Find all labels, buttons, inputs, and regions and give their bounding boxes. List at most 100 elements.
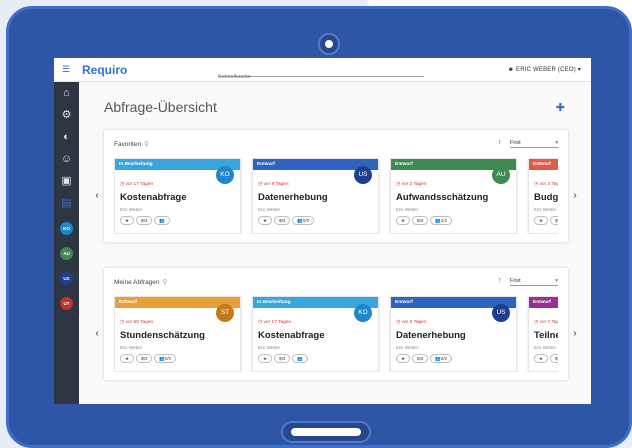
my-queries-panel: Meine Abfragen ⚲ ↑ Frist ▾ ‹ › Entwurf ST ◷ … [95, 268, 577, 380]
settings-gear-icon[interactable]: ⚙ [59, 108, 74, 123]
card-owner: Eric Weber [120, 345, 143, 350]
card-chips: ★⊞3 [534, 354, 558, 372]
card-owner: Eric Weber [534, 207, 557, 212]
card-chip[interactable]: ⊞3 [550, 354, 558, 363]
card-title: Kostenabfrage [258, 330, 325, 341]
card-due-date: ◷ vor 55 Tagen [120, 320, 154, 325]
sidebar-avatar-ko[interactable]: KO [60, 222, 73, 235]
sidebar-avatar-us[interactable]: US [60, 272, 73, 285]
favorites-panel: Favoriten ⚲ ↑ Frist ▾ ‹ › In Bearbeitung KO… [95, 130, 577, 242]
camera-icon [318, 33, 340, 55]
query-card[interactable]: Entwurf ST ◷ vor 55 Tagen Stundenschätzung E… [114, 296, 241, 372]
card-chips: ★ ⊞3 👥 [258, 354, 310, 372]
sort-arrow-icon[interactable]: ↑ [498, 277, 502, 284]
avatar: US [492, 304, 510, 322]
avatar: KO [216, 166, 234, 184]
query-card[interactable]: In Bearbeitung KO ◷ vor 17 Tagen Kostenabfr… [114, 158, 241, 234]
search-icon[interactable]: ⚲ [144, 141, 149, 148]
card-chip[interactable]: 👥0/0 [430, 354, 453, 363]
card-chip[interactable]: ⊞3 [550, 216, 558, 225]
app-screen: ☰ Requiro ☻ ERIC WEBER (CEO) ▾ ⌂ ⚙ ◐ ☺ ▣… [54, 58, 591, 404]
card-chip[interactable]: ⊞3 [136, 354, 153, 363]
card-chip[interactable]: ★ [396, 216, 411, 225]
query-card[interactable]: In Bearbeitung KO ◷ vor 17 Tagen Kostenabfr… [252, 296, 379, 372]
chevron-right-icon[interactable]: › [570, 328, 580, 339]
top-bar: ☰ Requiro ☻ ERIC WEBER (CEO) ▾ [54, 58, 591, 82]
menu-icon[interactable]: ☰ [62, 65, 70, 74]
card-chip[interactable]: ★ [120, 354, 135, 363]
card-title: Datenerhebung [258, 192, 328, 203]
chevron-down-icon: ▾ [577, 67, 581, 73]
card-chip[interactable]: ★ [258, 216, 273, 225]
card-chip[interactable]: ⊞3 [412, 354, 429, 363]
card-chip[interactable]: ⊞3 [136, 216, 153, 225]
card-chip[interactable]: ★ [534, 354, 549, 363]
monitor-settings-icon[interactable]: ▣ [59, 174, 74, 189]
brand-logo[interactable]: Requiro [82, 63, 127, 77]
query-card[interactable]: Entwurf AU ◷ vor 2 Tagen Aufwandsschätzung E… [390, 158, 517, 234]
my-queries-sort[interactable]: ↑ Frist ▾ [498, 277, 558, 286]
card-chip[interactable]: ★ [258, 354, 273, 363]
search-icon[interactable]: ⚲ [163, 279, 168, 286]
card-due-date: ◷ vor 2 Tagen [534, 182, 558, 187]
sidebar-avatar-ut[interactable]: UT [60, 297, 73, 310]
card-due-date: ◷ vor 7 Tagen [534, 320, 558, 325]
card-due-date: ◷ vor 8 Tagen [258, 182, 289, 187]
user-name: ERIC WEBER (CEO) [516, 67, 576, 73]
query-card[interactable]: Entwurf ◷ vor 2 Tagen Budgetdaten Eric Webe… [528, 158, 558, 234]
card-chip[interactable]: 👥 [154, 216, 170, 225]
card-chip[interactable]: 👥0/0 [292, 216, 315, 225]
sidebar-avatar-au[interactable]: AU [60, 247, 73, 260]
users-settings-icon[interactable]: ☺ [59, 152, 74, 167]
card-title: Budgetdaten [534, 192, 558, 203]
query-card[interactable]: Entwurf US ◷ vor 8 Tagen Datenerhebung Eric … [390, 296, 517, 372]
my-queries-heading: Meine Abfragen ⚲ [114, 279, 168, 286]
card-chips: ★ ⊞3 👥 [120, 216, 172, 234]
card-title: Stundenschätzung [120, 330, 205, 341]
card-chip[interactable]: ⊞3 [274, 216, 291, 225]
sort-arrow-icon[interactable]: ↑ [498, 139, 502, 146]
card-owner: Eric Weber [534, 345, 557, 350]
page-title: Abfrage-Übersicht [104, 99, 217, 115]
card-chip[interactable]: ★ [534, 216, 549, 225]
document-icon[interactable]: ▤ [59, 196, 74, 211]
chevron-left-icon[interactable]: ‹ [92, 190, 102, 201]
card-due-date: ◷ vor 17 Tagen [258, 320, 292, 325]
card-chips: ★ ⊞3 👥0/0 [396, 354, 454, 372]
my-queries-cards: Entwurf ST ◷ vor 55 Tagen Stundenschätzung E… [114, 296, 558, 372]
card-chip[interactable]: ⊞3 [412, 216, 429, 225]
card-chip[interactable]: 👥 [292, 354, 308, 363]
card-due-date: ◷ vor 2 Tagen [396, 182, 427, 187]
card-title: Datenerhebung [396, 330, 466, 341]
query-card[interactable]: Entwurf US ◷ vor 8 Tagen Datenerhebung Eric … [252, 158, 379, 234]
globe-settings-icon[interactable]: ◐ [59, 130, 74, 145]
card-chip[interactable]: ★ [120, 216, 135, 225]
plus-icon[interactable]: ✚ [556, 101, 565, 114]
card-chip[interactable]: ⊞3 [274, 354, 291, 363]
card-chip[interactable]: 👥0/0 [154, 354, 177, 363]
chevron-down-icon: ▾ [555, 140, 558, 146]
user-menu[interactable]: ☻ ERIC WEBER (CEO) ▾ [508, 66, 581, 73]
avatar: US [354, 166, 372, 184]
card-chip[interactable]: ★ [396, 354, 411, 363]
card-chips: ★⊞3 [534, 216, 558, 234]
sort-select[interactable]: Frist ▾ [510, 140, 558, 148]
card-title: Aufwandsschätzung [396, 192, 489, 203]
search-field[interactable] [218, 65, 424, 80]
card-title: Teilnehmer [534, 330, 558, 341]
favorites-sort[interactable]: ↑ Frist ▾ [498, 139, 558, 148]
card-owner: Eric Weber [258, 345, 281, 350]
chevron-right-icon[interactable]: › [570, 190, 580, 201]
status-badge: Entwurf [529, 297, 558, 308]
sidebar: ⌂ ⚙ ◐ ☺ ▣ ▤ KO AU US UT [54, 82, 79, 404]
favorites-heading: Favoriten ⚲ [114, 141, 149, 148]
sort-select[interactable]: Frist ▾ [510, 278, 558, 286]
card-chip[interactable]: 👥1/2 [430, 216, 453, 225]
search-input[interactable] [218, 74, 424, 80]
home-icon[interactable]: ⌂ [59, 86, 74, 101]
card-chips: ★ ⊞3 👥1/2 [396, 216, 454, 234]
card-title: Kostenabfrage [120, 192, 187, 203]
chevron-down-icon: ▾ [555, 278, 558, 284]
chevron-left-icon[interactable]: ‹ [92, 328, 102, 339]
query-card[interactable]: Entwurf ◷ vor 7 Tagen Teilnehmer Eric Weber… [528, 296, 558, 372]
